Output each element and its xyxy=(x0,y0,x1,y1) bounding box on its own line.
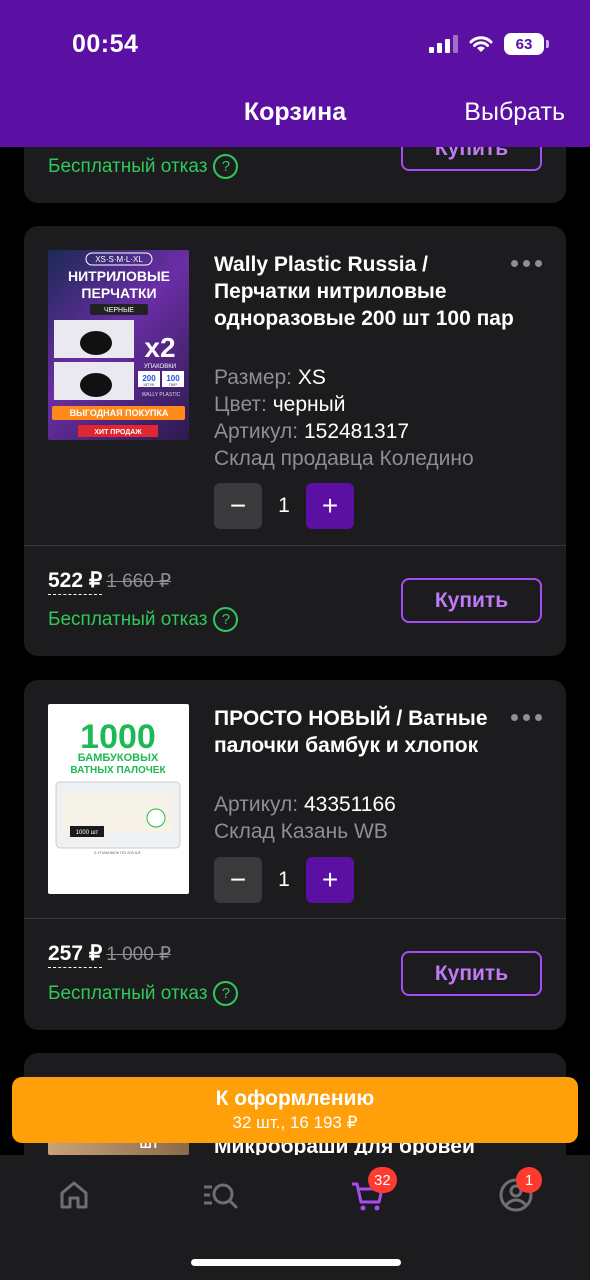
checkout-summary: 32 шт., 16 193 ₽ xyxy=(232,1113,358,1132)
quantity-stepper: − 1 + xyxy=(214,483,354,529)
signal-icon xyxy=(429,35,458,53)
img-line2: ПЕРЧАТКИ xyxy=(81,285,156,301)
select-button[interactable]: Выбрать xyxy=(464,98,565,127)
product-color: Цвет: черный xyxy=(214,393,346,416)
checkout-button[interactable]: К оформлению 32 шт., 16 193 ₽ xyxy=(12,1077,578,1143)
buy-button[interactable]: Купить xyxy=(401,578,542,623)
product-image-gloves[interactable]: XS·S·M·L·XL НИТРИЛОВЫЕ ПЕРЧАТКИ ЧЕРНЫЕ x… xyxy=(48,250,189,440)
cart-count-badge: 32 xyxy=(368,1167,397,1193)
img-sizes: XS·S·M·L·XL xyxy=(95,255,143,264)
quantity-value: 1 xyxy=(278,494,290,517)
more-options-icon[interactable] xyxy=(511,714,542,721)
product-name[interactable]: ПРОСТО НОВЫЙ / Ватные палочки бамбук и х… xyxy=(214,705,514,759)
free-cancel-label: Бесплатный отказ xyxy=(48,608,208,630)
home-indicator xyxy=(191,1259,401,1266)
tab-catalog[interactable] xyxy=(200,1175,240,1215)
cart-item: 1000 БАМБУКОВЫХ ВАТНЫХ ПАЛОЧЕК 1000 шт 5… xyxy=(24,680,566,1030)
buy-button[interactable]: Купить xyxy=(401,951,542,996)
img-line2: ВАТНЫХ ПАЛОЧЕК xyxy=(70,765,166,776)
quantity-stepper: − 1 + xyxy=(214,857,354,903)
free-cancel-note: Бесплатный отказ ? xyxy=(48,154,239,179)
img-brand: WALLY PLASTIC xyxy=(142,392,181,398)
help-icon[interactable]: ? xyxy=(213,607,239,632)
price-block: 522 ₽1 660 ₽ xyxy=(48,568,172,595)
free-cancel-note: Бесплатный отказ ? xyxy=(48,981,239,1006)
tab-home[interactable] xyxy=(54,1175,94,1215)
product-warehouse: Склад Казань WB xyxy=(214,820,388,843)
img-pack-label: 1000 шт xyxy=(76,830,99,836)
decrease-button[interactable]: − xyxy=(214,857,262,903)
img-color-tag: ЧЕРНЫЕ xyxy=(104,307,134,314)
divider xyxy=(24,918,566,919)
increase-button[interactable]: + xyxy=(306,483,354,529)
img-promo: ВЫГОДНАЯ ПОКУПКА xyxy=(70,408,169,418)
product-sku: Артикул: 152481317 xyxy=(214,420,410,443)
product-name[interactable]: Wally Plastic Russia / Перчатки нитрилов… xyxy=(214,251,514,332)
help-icon[interactable]: ? xyxy=(213,154,239,179)
decrease-button[interactable]: − xyxy=(214,483,262,529)
img-footer: 5 УПАКОВОК ПО 200 ШТ. xyxy=(94,850,142,855)
img-pack: УПАКОВКИ xyxy=(144,364,176,370)
free-cancel-label: Бесплатный отказ xyxy=(48,982,208,1004)
profile-notification-badge: 1 xyxy=(516,1167,542,1193)
tab-cart[interactable]: 32 xyxy=(348,1167,397,1215)
top-bar: 00:54 63 Корзина Выбрать xyxy=(0,0,590,147)
product-image-cotton-swabs[interactable]: 1000 БАМБУКОВЫХ ВАТНЫХ ПАЛОЧЕК 1000 шт 5… xyxy=(48,704,189,894)
product-warehouse: Склад продавца Коледино xyxy=(214,447,474,470)
divider xyxy=(24,545,566,546)
help-icon[interactable]: ? xyxy=(213,981,239,1006)
more-options-icon[interactable] xyxy=(511,260,542,267)
status-time: 00:54 xyxy=(72,30,139,58)
increase-button[interactable]: + xyxy=(306,857,354,903)
quantity-value: 1 xyxy=(278,868,290,891)
free-cancel-note: Бесплатный отказ ? xyxy=(48,607,239,632)
img-pairs-label: ПАР xyxy=(169,382,178,387)
product-size: Размер: XS xyxy=(214,366,326,389)
img-hit: ХИТ ПРОДАЖ xyxy=(94,429,142,436)
old-price: 1 660 ₽ xyxy=(106,571,172,592)
img-line1: НИТРИЛОВЫЕ xyxy=(68,268,170,284)
img-line1: БАМБУКОВЫХ xyxy=(78,752,159,764)
cart-item: XS·S·M·L·XL НИТРИЛОВЫЕ ПЕРЧАТКИ ЧЕРНЫЕ x… xyxy=(24,226,566,656)
wifi-icon xyxy=(469,36,493,52)
img-big: 1000 xyxy=(80,718,156,756)
battery-icon: 63 xyxy=(504,33,549,55)
tab-profile[interactable]: 1 xyxy=(496,1167,542,1215)
checkout-label: К оформлению xyxy=(215,1087,375,1110)
catalog-search-icon xyxy=(204,1183,238,1209)
product-sku: Артикул: 43351166 xyxy=(214,793,396,816)
home-icon xyxy=(60,1181,88,1209)
img-pcs-label: ШТУК xyxy=(144,382,156,387)
img-multiplier: x2 xyxy=(144,332,175,363)
current-price: 257 ₽ xyxy=(48,942,103,968)
free-cancel-label: Бесплатный отказ xyxy=(48,155,208,177)
old-price: 1 000 ₽ xyxy=(106,944,172,965)
price-block: 257 ₽1 000 ₽ xyxy=(48,941,172,968)
current-price: 522 ₽ xyxy=(48,569,103,595)
status-icons: 63 xyxy=(429,33,549,55)
